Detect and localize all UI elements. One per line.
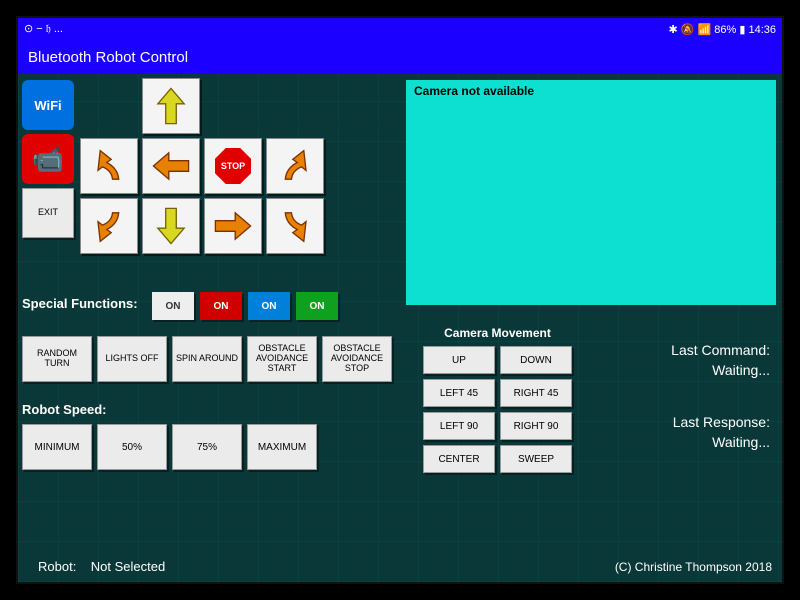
speed-min-button[interactable]: MINIMUM bbox=[22, 424, 92, 470]
wifi-button[interactable]: WiFi bbox=[22, 80, 74, 130]
arrow-curve-left-icon bbox=[87, 144, 131, 188]
forward-button[interactable] bbox=[142, 78, 200, 134]
turn-left-back-button[interactable] bbox=[80, 138, 138, 194]
cam-left45-button[interactable]: LEFT 45 bbox=[423, 379, 495, 407]
cam-sweep-button[interactable]: SWEEP bbox=[500, 445, 572, 473]
lights-off-button[interactable]: LIGHTS OFF bbox=[97, 336, 167, 382]
arrow-curve-right-down-icon bbox=[273, 204, 317, 248]
camera-icon: 📹 bbox=[32, 144, 64, 175]
left-button[interactable] bbox=[142, 138, 200, 194]
arrow-right-icon bbox=[211, 204, 255, 248]
toggle-4[interactable]: ON bbox=[296, 292, 338, 320]
cam-up-button[interactable]: UP bbox=[423, 346, 495, 374]
app-title: Bluetooth Robot Control bbox=[28, 49, 188, 66]
arrow-left-icon bbox=[149, 144, 193, 188]
random-turn-button[interactable]: RANDOM TURN bbox=[22, 336, 92, 382]
camera-preview: Camera not available bbox=[406, 80, 776, 305]
robot-status: Robot: Not Selected bbox=[38, 559, 165, 574]
camera-status-label: Camera not available bbox=[414, 84, 534, 98]
obstacle-avoid-stop-button[interactable]: OBSTACLE AVOIDANCE STOP bbox=[322, 336, 392, 382]
obstacle-avoid-start-button[interactable]: OBSTACLE AVOIDANCE START bbox=[247, 336, 317, 382]
stop-icon: STOP bbox=[215, 148, 251, 184]
stop-button[interactable]: STOP bbox=[204, 138, 262, 194]
status-right: ✱ 🔕 📶 86% ▮ 14:36 bbox=[669, 23, 777, 36]
cam-down-button[interactable]: DOWN bbox=[500, 346, 572, 374]
spin-around-button[interactable]: SPIN AROUND bbox=[172, 336, 242, 382]
robot-label: Robot: bbox=[38, 559, 76, 574]
camera-movement-panel: Camera Movement UP DOWN LEFT 45 RIGHT 45… bbox=[423, 326, 572, 473]
left-down-button[interactable] bbox=[80, 198, 138, 254]
right-button[interactable] bbox=[204, 198, 262, 254]
last-response-label: Last Response: bbox=[673, 414, 770, 430]
app-title-bar: Bluetooth Robot Control bbox=[18, 40, 782, 74]
record-button[interactable]: 📹 bbox=[22, 134, 74, 184]
toggle-1[interactable]: ON bbox=[152, 292, 194, 320]
arrow-curve-right-icon bbox=[273, 144, 317, 188]
cam-center-button[interactable]: CENTER bbox=[423, 445, 495, 473]
back-button[interactable] bbox=[142, 198, 200, 254]
last-response-value: Waiting... bbox=[712, 434, 770, 450]
cam-right45-button[interactable]: RIGHT 45 bbox=[500, 379, 572, 407]
exit-button[interactable]: EXIT bbox=[22, 188, 74, 238]
wifi-icon: WiFi bbox=[34, 98, 61, 113]
speed-75-button[interactable]: 75% bbox=[172, 424, 242, 470]
status-left: ⊙ − 𝔥 ... bbox=[24, 22, 63, 36]
special-functions-title: Special Functions: bbox=[22, 296, 138, 311]
toggle-2[interactable]: ON bbox=[200, 292, 242, 320]
speed-max-button[interactable]: MAXIMUM bbox=[247, 424, 317, 470]
toggle-3[interactable]: ON bbox=[248, 292, 290, 320]
direction-pad: STOP bbox=[80, 78, 324, 254]
camera-movement-title: Camera Movement bbox=[444, 326, 551, 340]
copyright: (C) Christine Thompson 2018 bbox=[615, 560, 772, 574]
robot-speed-title: Robot Speed: bbox=[22, 402, 107, 417]
speed-50-button[interactable]: 50% bbox=[97, 424, 167, 470]
last-command-label: Last Command: bbox=[671, 342, 770, 358]
turn-right-back-button[interactable] bbox=[266, 138, 324, 194]
cam-left90-button[interactable]: LEFT 90 bbox=[423, 412, 495, 440]
arrow-down-icon bbox=[149, 204, 193, 248]
android-status-bar: ⊙ − 𝔥 ... ✱ 🔕 📶 86% ▮ 14:36 bbox=[18, 18, 782, 40]
robot-value: Not Selected bbox=[91, 559, 165, 574]
right-down-button[interactable] bbox=[266, 198, 324, 254]
cam-right90-button[interactable]: RIGHT 90 bbox=[500, 412, 572, 440]
arrow-curve-left-down-icon bbox=[87, 204, 131, 248]
last-command-value: Waiting... bbox=[712, 362, 770, 378]
arrow-up-icon bbox=[149, 84, 193, 128]
